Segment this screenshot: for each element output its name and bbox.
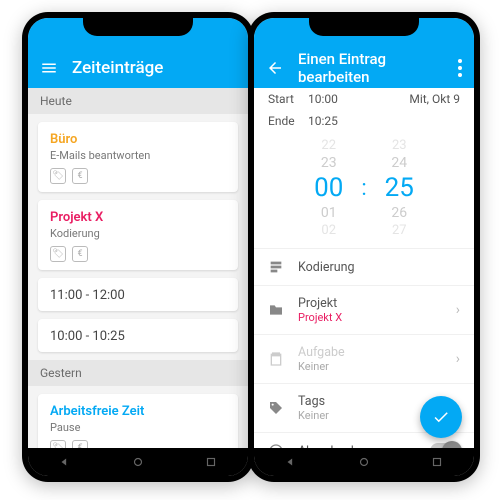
picker-val: 27 bbox=[392, 223, 407, 238]
hour-column[interactable]: 22 23 00 01 02 bbox=[314, 138, 343, 238]
picker-val: 26 bbox=[391, 205, 407, 221]
entry-desc: Kodierung bbox=[50, 227, 226, 240]
minute-column[interactable]: 23 24 25 26 27 bbox=[385, 138, 414, 238]
euro-icon: € bbox=[72, 246, 88, 262]
entry-desc: E-Mails beantworten bbox=[50, 149, 226, 162]
task-item[interactable]: Aufgabe Keiner › bbox=[254, 334, 474, 383]
note-icon bbox=[268, 259, 284, 275]
start-label: Start bbox=[268, 92, 308, 106]
picker-val: 22 bbox=[321, 138, 336, 153]
start-row[interactable]: Start 10:00 Mit, Okt 9 bbox=[254, 88, 474, 110]
date-value: Mit, Okt 9 bbox=[409, 92, 460, 106]
tags-label: Tags bbox=[298, 394, 442, 409]
nav-recent-icon[interactable] bbox=[204, 455, 218, 469]
entry-meta: 🏷 € bbox=[50, 246, 226, 262]
section-today: Heute bbox=[28, 88, 248, 114]
clipboard-icon bbox=[268, 351, 284, 367]
notch bbox=[83, 18, 193, 36]
picker-val: 24 bbox=[391, 155, 407, 171]
nav-back-icon[interactable] bbox=[284, 455, 298, 469]
notch bbox=[309, 18, 419, 36]
time-picker[interactable]: 22 23 00 01 02 : 23 24 25 26 27 bbox=[254, 132, 474, 248]
android-navbar bbox=[254, 448, 474, 476]
nav-back-icon[interactable] bbox=[58, 455, 72, 469]
task-label: Aufgabe bbox=[298, 345, 442, 360]
picker-val: 23 bbox=[392, 138, 407, 153]
entry-desc: Pause bbox=[50, 421, 226, 434]
desc-text: Kodierung bbox=[298, 260, 460, 275]
screen-left: Zeiteinträge Heute Büro E-Mails beantwor… bbox=[28, 18, 248, 476]
phone-right: Einen Eintrag bearbeiten Start 10:00 Mit… bbox=[248, 12, 480, 482]
picker-colon: : bbox=[361, 176, 366, 201]
start-value: 10:00 bbox=[308, 92, 338, 106]
screen-right: Einen Eintrag bearbeiten Start 10:00 Mit… bbox=[254, 18, 474, 476]
picker-val: 23 bbox=[321, 155, 337, 171]
entry-card[interactable]: Arbeitsfreie Zeit Pause 🏷 € bbox=[38, 394, 238, 448]
title-left: Zeiteinträge bbox=[72, 58, 163, 78]
nav-recent-icon[interactable] bbox=[430, 455, 444, 469]
time-range: 10:00 - 10:25 bbox=[50, 329, 125, 344]
tag-icon: 🏷 bbox=[50, 246, 66, 262]
picker-minute: 25 bbox=[385, 173, 414, 203]
task-value: Keiner bbox=[298, 360, 442, 373]
nav-home-icon[interactable] bbox=[131, 455, 145, 469]
content-left: Heute Büro E-Mails beantworten 🏷 € Proje… bbox=[28, 88, 248, 448]
hamburger-icon[interactable] bbox=[40, 59, 58, 77]
check-icon bbox=[432, 408, 450, 426]
back-arrow-icon[interactable] bbox=[266, 59, 284, 77]
description-item[interactable]: Kodierung bbox=[254, 248, 474, 285]
time-card[interactable]: 10:00 - 10:25 bbox=[38, 319, 238, 352]
phone-left: Zeiteinträge Heute Büro E-Mails beantwor… bbox=[22, 12, 254, 482]
picker-hour: 00 bbox=[314, 173, 343, 203]
nav-home-icon[interactable] bbox=[357, 455, 371, 469]
time-card[interactable]: 11:00 - 12:00 bbox=[38, 278, 238, 311]
end-label: Ende bbox=[268, 114, 308, 128]
project-item[interactable]: Projekt Projekt X › bbox=[254, 285, 474, 334]
tag-icon bbox=[268, 400, 284, 416]
section-yesterday: Gestern bbox=[28, 360, 248, 386]
confirm-fab[interactable] bbox=[420, 396, 462, 438]
folder-icon bbox=[268, 302, 284, 318]
project-label: Projekt bbox=[298, 296, 442, 311]
title-right: Einen Eintrag bearbeiten bbox=[298, 50, 430, 86]
euro-icon: € bbox=[72, 440, 88, 448]
android-navbar bbox=[28, 448, 248, 476]
entry-card[interactable]: Projekt X Kodierung 🏷 € bbox=[38, 200, 238, 270]
end-value: 10:25 bbox=[308, 114, 338, 128]
entry-name: Arbeitsfreie Zeit bbox=[50, 404, 226, 419]
entry-meta: 🏷 € bbox=[50, 440, 226, 448]
chevron-right-icon: › bbox=[456, 351, 460, 367]
project-value: Projekt X bbox=[298, 311, 442, 324]
entry-name: Projekt X bbox=[50, 210, 226, 225]
picker-val: 02 bbox=[321, 223, 336, 238]
end-row[interactable]: Ende 10:25 bbox=[254, 110, 474, 132]
entry-card[interactable]: Büro E-Mails beantworten 🏷 € bbox=[38, 122, 238, 192]
entry-meta: 🏷 € bbox=[50, 168, 226, 184]
entry-name: Büro bbox=[50, 132, 226, 147]
content-right: Start 10:00 Mit, Okt 9 Ende 10:25 22 23 … bbox=[254, 88, 474, 448]
overflow-icon[interactable] bbox=[458, 59, 462, 77]
time-range: 11:00 - 12:00 bbox=[50, 288, 125, 303]
euro-icon: € bbox=[72, 168, 88, 184]
tag-icon: 🏷 bbox=[50, 168, 66, 184]
picker-val: 01 bbox=[321, 205, 337, 221]
chevron-right-icon: › bbox=[456, 302, 460, 318]
tag-icon: 🏷 bbox=[50, 440, 66, 448]
